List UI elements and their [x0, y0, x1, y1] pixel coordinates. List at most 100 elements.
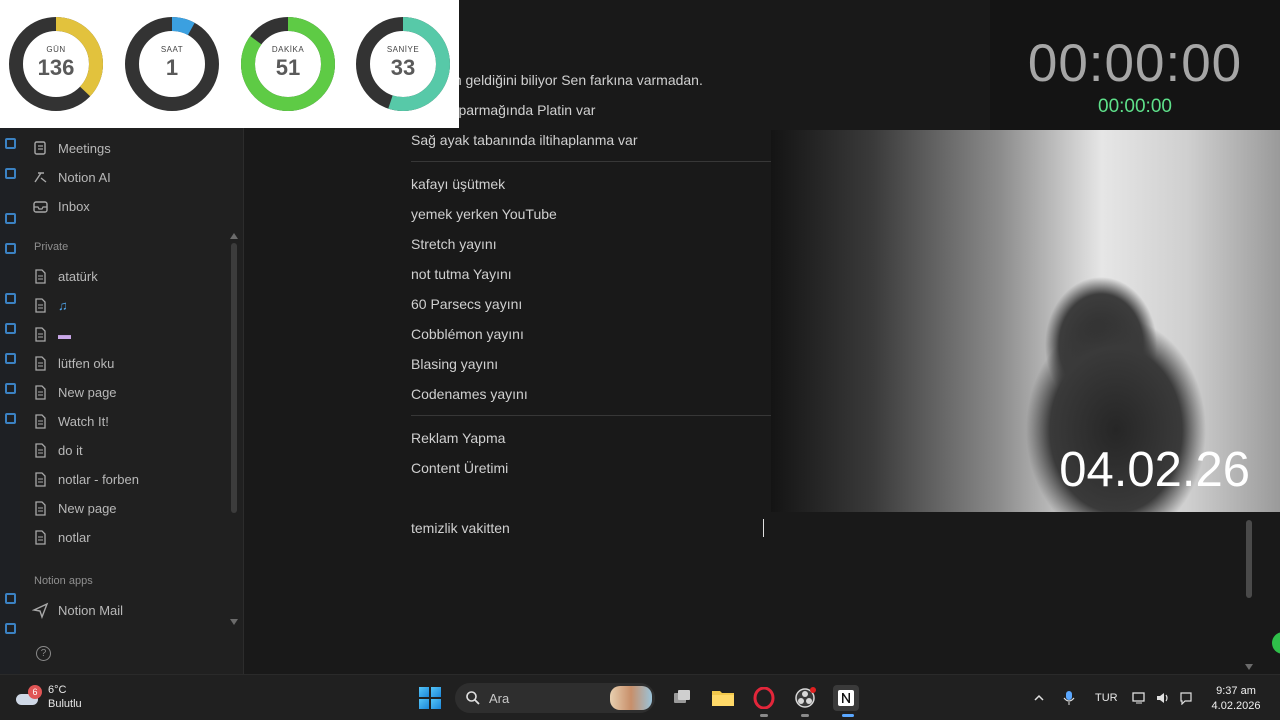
notification-icon[interactable] [1178, 675, 1194, 720]
sidebar-page-label: New page [58, 500, 117, 516]
gauge-value: 33 [390, 55, 416, 80]
sidebar-scrollbar[interactable] [230, 233, 238, 625]
page-icon [32, 355, 49, 372]
strip-app-icon[interactable] [5, 383, 16, 394]
sidebar-page[interactable]: notlar - forben [32, 466, 139, 492]
strip-app-icon[interactable] [5, 353, 16, 364]
active-app-indicator [801, 714, 809, 717]
sidebar-item-notion-ai[interactable]: Notion AI [32, 164, 111, 190]
sidebar-item-inbox[interactable]: Inbox [32, 193, 90, 219]
system-clock[interactable]: 9:37 am 4.02.2026 [1206, 684, 1266, 714]
microphone-icon[interactable] [1063, 675, 1075, 720]
text-block[interactable]: Reklam Yapma [411, 430, 505, 446]
sidebar-item-label: Meetings [58, 140, 111, 156]
taskbar-search[interactable]: Ara [455, 683, 655, 713]
page-icon [32, 471, 49, 488]
search-highlight-image [610, 686, 652, 710]
text-block[interactable]: Content Üretimi [411, 460, 508, 476]
timer-overlay: 00:00:00 00:00:00 [990, 0, 1280, 130]
sidebar-page[interactable]: do it [32, 437, 83, 463]
opera-browser-icon[interactable] [751, 685, 777, 711]
text-block[interactable]: not tutma Yayını [411, 266, 512, 282]
sidebar-page-label: lütfen oku [58, 355, 115, 371]
scroll-down-arrow-icon[interactable] [230, 619, 238, 625]
app-icon-strip [0, 128, 20, 674]
help-bubble-icon[interactable] [1272, 632, 1280, 654]
notion-apps-section-label: Notion apps [34, 575, 93, 587]
text-block[interactable]: kafayı üşütmek [411, 176, 505, 192]
divider [411, 161, 773, 162]
strip-app-icon[interactable] [5, 323, 16, 334]
weather-badge: 6 [28, 685, 42, 699]
page-icon [32, 268, 49, 285]
strip-app-icon[interactable] [5, 593, 16, 604]
sidebar-page[interactable]: ▬ [32, 321, 71, 347]
sidebar-page-label: Watch It! [58, 413, 109, 429]
text-block[interactable]: Blasing yayını [411, 356, 498, 372]
page-icon [32, 529, 49, 546]
help-button[interactable]: ? [36, 646, 51, 661]
countdown-gauges: GÜN 136 SAAT 1 DAKİKA 51 SANİYE 33 [0, 0, 459, 128]
sidebar-scroll-thumb[interactable] [231, 243, 237, 513]
text-caret [763, 519, 764, 537]
text-block[interactable]: 60 Parsecs yayını [411, 296, 522, 312]
active-app-indicator [842, 714, 854, 717]
language-indicator[interactable]: TUR [1095, 675, 1118, 720]
webcam-feed: 04.02.26 [771, 130, 1280, 512]
file-explorer-icon[interactable] [710, 685, 736, 711]
page-icon [32, 326, 49, 343]
strip-app-icon[interactable] [5, 243, 16, 254]
weather-description: Bulutlu [48, 698, 82, 710]
sidebar-page[interactable]: atatürk [32, 263, 98, 289]
text-block[interactable]: yemek yerken YouTube [411, 206, 557, 222]
text-block[interactable]: Stretch yayını [411, 236, 497, 252]
page-icon [32, 384, 49, 401]
cloud-icon: 6 [14, 685, 42, 707]
gauge-value: 136 [37, 55, 75, 80]
page-icon [32, 413, 49, 430]
sidebar-page-label: New page [58, 384, 117, 400]
sidebar-page[interactable]: New page [32, 495, 117, 521]
strip-app-icon[interactable] [5, 213, 16, 224]
volume-icon[interactable] [1155, 675, 1171, 720]
sidebar-page[interactable]: Watch It! [32, 408, 109, 434]
sidebar-page[interactable]: New page [32, 379, 117, 405]
notion-app-icon[interactable] [833, 685, 859, 711]
windows-start-icon[interactable] [419, 687, 441, 709]
show-hidden-icons[interactable] [1033, 675, 1045, 720]
text-block[interactable]: Cobblémon yayını [411, 326, 524, 342]
sidebar-page-label: atatürk [58, 268, 98, 284]
obs-studio-icon[interactable] [792, 685, 818, 711]
gauge-label: SANİYE [386, 45, 420, 54]
sidebar: Meetings Notion AI Inbox Private atatürk… [20, 128, 244, 674]
gauge-days: GÜN 136 [6, 14, 106, 114]
strip-app-icon[interactable] [5, 293, 16, 304]
sidebar-page[interactable]: notlar [32, 524, 91, 550]
page-icon [32, 500, 49, 517]
text-block[interactable]: Codenames yayını [411, 386, 528, 402]
text-block-editing[interactable]: temizlik vakitten [411, 520, 510, 536]
private-section-label: Private [34, 241, 69, 253]
send-icon [32, 602, 49, 619]
strip-app-icon[interactable] [5, 168, 16, 179]
sidebar-item-notion-mail[interactable]: Notion Mail [32, 597, 123, 623]
sidebar-page-label: notlar - forben [58, 471, 139, 487]
network-icon[interactable] [1132, 675, 1148, 720]
text-block[interactable]: Sağ ayak tabanında iltihaplanma var [411, 132, 637, 148]
strip-app-icon[interactable] [5, 138, 16, 149]
strip-app-icon[interactable] [5, 623, 16, 634]
scroll-down-arrow-icon[interactable] [1245, 664, 1253, 670]
page-scrollbar-thumb[interactable] [1246, 520, 1252, 598]
sidebar-item-meetings[interactable]: Meetings [32, 135, 111, 161]
sidebar-page[interactable]: lütfen oku [32, 350, 114, 376]
gauge-hours: SAAT 1 [122, 14, 222, 114]
weather-widget[interactable]: 6 6°C Bulutlu [14, 683, 82, 711]
search-placeholder: Ara [489, 690, 510, 706]
task-view-icon[interactable] [669, 685, 695, 711]
book-emoji-icon: ▬ [58, 326, 71, 342]
gauge-label: GÜN [46, 45, 66, 54]
clock-date: 4.02.2026 [1211, 700, 1261, 712]
sidebar-page[interactable]: ♫ [32, 292, 68, 318]
strip-app-icon[interactable] [5, 413, 16, 424]
scroll-up-arrow-icon[interactable] [230, 233, 238, 239]
